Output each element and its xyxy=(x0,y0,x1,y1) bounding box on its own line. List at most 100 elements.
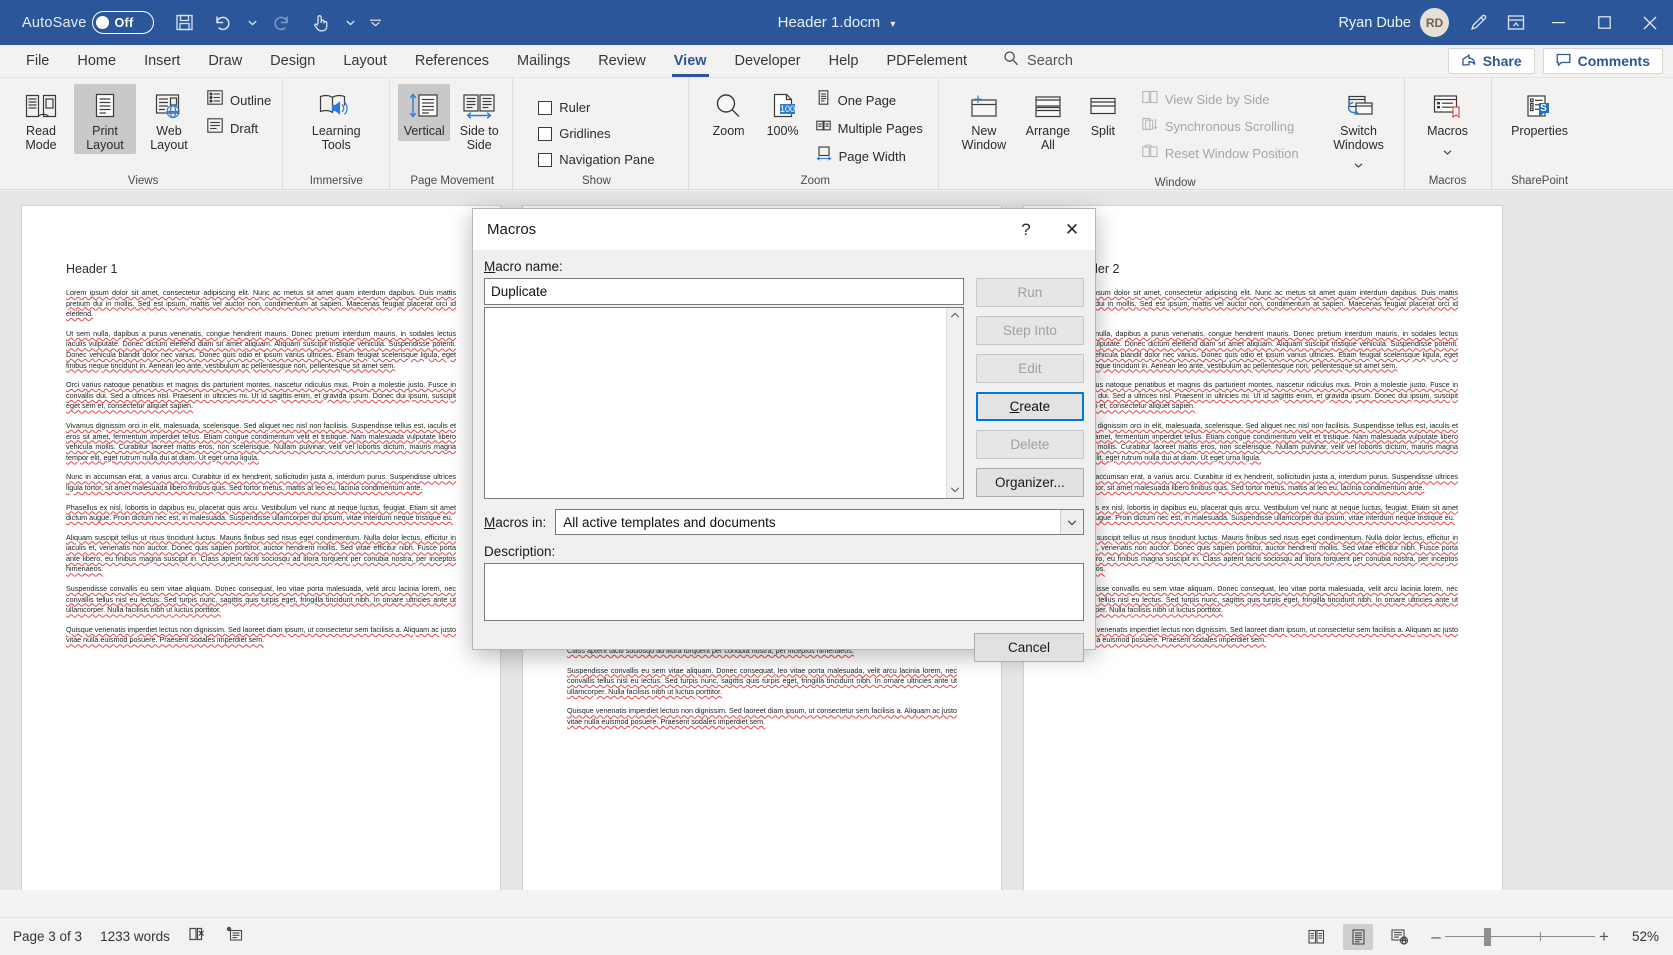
autosave-toggle[interactable]: Off xyxy=(92,11,155,34)
macros-dialog[interactable]: Macros ? ✕ Macro name: Duplicate Run Ste… xyxy=(472,208,1096,662)
tab-mailings[interactable]: Mailings xyxy=(503,44,584,77)
tab-help[interactable]: Help xyxy=(815,44,873,77)
new-window-button[interactable]: New Window xyxy=(953,84,1015,154)
outline-button[interactable]: Outline xyxy=(202,88,276,112)
touch-mode-dropdown-caret-icon[interactable] xyxy=(342,7,358,39)
document-page-1[interactable]: Header 1 Lorem ipsum dolor sit amet, con… xyxy=(21,205,501,890)
avatar[interactable]: RD xyxy=(1420,8,1449,37)
edit-button[interactable]: Edit xyxy=(975,354,1084,383)
dialog-close-button[interactable]: ✕ xyxy=(1049,209,1095,250)
share-button[interactable]: Share xyxy=(1447,48,1535,74)
print-layout-view-button[interactable] xyxy=(1343,923,1373,950)
multiple-pages-icon xyxy=(815,118,831,138)
zoom-out-button[interactable]: – xyxy=(1427,927,1445,947)
tab-pdfelement[interactable]: PDFelement xyxy=(872,44,981,77)
tab-review[interactable]: Review xyxy=(584,44,660,77)
macro-list-scrollbar[interactable] xyxy=(945,308,963,498)
delete-button[interactable]: Delete xyxy=(975,430,1084,459)
macros-in-select[interactable]: All active templates and documents xyxy=(555,509,1084,535)
tab-home[interactable]: Home xyxy=(63,44,130,77)
undo-icon[interactable] xyxy=(206,7,238,39)
step-into-button[interactable]: Step Into xyxy=(975,316,1084,345)
web-layout-view-button[interactable] xyxy=(1385,924,1415,950)
page-width-button[interactable]: Page Width xyxy=(811,144,928,168)
dialog-footer: Cancel xyxy=(484,633,1084,662)
organizer-button[interactable]: Organizer... xyxy=(975,468,1084,497)
switch-windows-button[interactable]: Switch Windows xyxy=(1320,84,1398,175)
cancel-button[interactable]: Cancel xyxy=(974,633,1084,662)
dialog-help-button[interactable]: ? xyxy=(1003,209,1049,250)
zoom-button[interactable]: Zoom xyxy=(703,84,755,141)
run-button[interactable]: Run xyxy=(975,278,1084,307)
zoom-in-button[interactable]: + xyxy=(1595,927,1613,947)
search-box[interactable]: Search xyxy=(1003,44,1073,77)
side-to-side-icon xyxy=(461,88,497,122)
undo-dropdown-caret-icon[interactable] xyxy=(244,7,260,39)
tab-design[interactable]: Design xyxy=(256,44,329,77)
web-layout-button[interactable]: Web Layout xyxy=(138,84,200,154)
learning-tools-button[interactable]: Learning Tools xyxy=(297,84,375,154)
arrange-all-button[interactable]: Arrange All xyxy=(1017,84,1079,154)
tab-insert[interactable]: Insert xyxy=(130,44,194,77)
gridlines-label: Gridlines xyxy=(559,126,611,141)
tab-developer[interactable]: Developer xyxy=(721,44,815,77)
ink-pen-icon[interactable] xyxy=(1459,0,1497,45)
zoom-slider-thumb[interactable] xyxy=(1484,927,1491,946)
zoom-slider-track[interactable] xyxy=(1445,927,1595,946)
one-page-icon xyxy=(816,90,831,110)
close-button[interactable] xyxy=(1627,0,1673,45)
switch-windows-caret-icon[interactable] xyxy=(1354,155,1363,173)
tab-view[interactable]: View xyxy=(660,44,721,77)
view-side-by-side-button[interactable]: View Side by Side xyxy=(1137,88,1304,111)
synchronous-scrolling-button[interactable]: Synchronous Scrolling xyxy=(1137,115,1304,138)
vertical-button[interactable]: Vertical xyxy=(398,84,451,141)
proofing-errors-icon[interactable] xyxy=(188,926,207,947)
minimize-button[interactable] xyxy=(1535,0,1581,45)
save-icon[interactable] xyxy=(168,7,200,39)
print-layout-button[interactable]: Print Layout xyxy=(74,84,136,154)
ruler-checkbox[interactable]: Ruler xyxy=(533,98,659,117)
macros-button[interactable]: Macros xyxy=(1417,84,1479,162)
gridlines-checkbox[interactable]: Gridlines xyxy=(533,124,659,143)
document-paragraph: Ut sem nulla, dapibus a purus venenatis,… xyxy=(66,328,456,370)
tab-draw[interactable]: Draw xyxy=(194,44,256,77)
tab-layout[interactable]: Layout xyxy=(329,44,401,77)
macros-caret-icon[interactable] xyxy=(1443,142,1452,160)
zoom-slider[interactable]: – + xyxy=(1427,927,1613,947)
split-button[interactable]: Split xyxy=(1081,84,1125,141)
tab-label: View xyxy=(673,52,707,69)
scroll-up-icon[interactable] xyxy=(950,310,960,322)
maximize-button[interactable] xyxy=(1581,0,1627,45)
macro-name-input[interactable]: Duplicate xyxy=(484,278,964,305)
accessibility-checker-icon[interactable] xyxy=(225,926,244,947)
navigation-pane-checkbox[interactable]: Navigation Pane xyxy=(533,150,659,169)
page-indicator[interactable]: Page 3 of 3 xyxy=(13,929,82,944)
read-mode-button[interactable]: Read Mode xyxy=(10,84,72,154)
draft-button[interactable]: Draft xyxy=(202,116,276,140)
properties-button[interactable]: S Properties xyxy=(1504,84,1576,141)
chevron-down-icon[interactable] xyxy=(1060,510,1083,534)
word-count[interactable]: 1233 words xyxy=(100,929,170,944)
side-to-side-button[interactable]: Side to Side xyxy=(452,84,506,154)
tab-file[interactable]: File xyxy=(12,44,63,77)
read-mode-view-button[interactable] xyxy=(1301,924,1331,950)
description-textarea[interactable] xyxy=(484,563,1084,621)
ribbon-group-macros: Macros Macros xyxy=(1403,78,1491,189)
tab-references[interactable]: References xyxy=(401,44,503,77)
zoom-percent[interactable]: 52% xyxy=(1625,929,1659,944)
touch-mode-icon[interactable] xyxy=(304,7,336,39)
comments-button[interactable]: Comments xyxy=(1542,48,1663,74)
reset-window-position-button[interactable]: Reset Window Position xyxy=(1137,142,1304,165)
scroll-down-icon[interactable] xyxy=(950,484,960,496)
zoom-100-button[interactable]: 100 100% xyxy=(757,84,809,141)
macro-list[interactable] xyxy=(484,307,964,499)
multiple-pages-button[interactable]: Multiple Pages xyxy=(811,116,928,140)
document-title-caret-icon[interactable]: ▾ xyxy=(890,19,895,30)
ribbon-display-options-icon[interactable] xyxy=(1497,0,1535,45)
document-canvas[interactable]: Header 1 Lorem ipsum dolor sit amet, con… xyxy=(0,191,1673,890)
customize-quick-access-icon[interactable] xyxy=(364,7,386,39)
one-page-button[interactable]: One Page xyxy=(811,88,928,112)
group-label-sharepoint: SharePoint xyxy=(1511,175,1569,187)
create-button[interactable]: Create xyxy=(975,392,1084,421)
redo-icon[interactable] xyxy=(266,7,298,39)
